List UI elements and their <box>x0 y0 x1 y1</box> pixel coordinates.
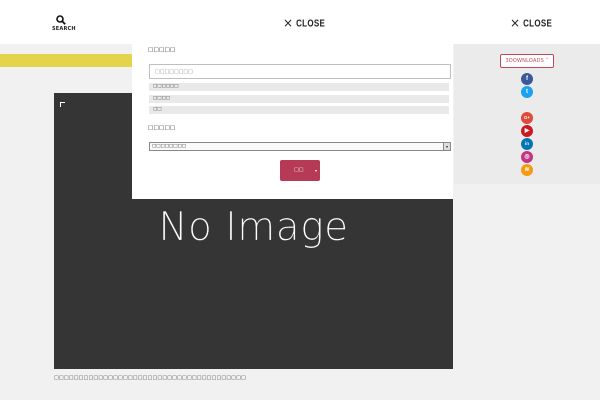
keyword-heading: □□□□□ <box>148 47 176 53</box>
search-button[interactable]: SEARCH <box>52 15 76 32</box>
search-panel: □□□□□ □□□□□□ □□□□ □□ □□□□□ □□□□□□□□ ▾ □□… <box>132 44 453 199</box>
share-panel: 3DOWNLOADS ˅ f t G+ ▶ in ◎ ≋ <box>454 44 600 184</box>
google-plus-icon[interactable]: G+ <box>521 112 533 124</box>
close-label: CLOSE <box>523 17 553 29</box>
search-option[interactable]: □□□□ <box>149 95 449 103</box>
top-bar: SEARCH × CLOSE × CLOSE <box>0 0 600 44</box>
category-select[interactable]: □□□□□□□□ ▾ <box>149 142 451 151</box>
search-input[interactable] <box>149 64 451 79</box>
twitter-icon[interactable]: t <box>521 86 533 98</box>
search-option[interactable]: □□ <box>149 106 449 114</box>
downloads-button[interactable]: 3DOWNLOADS ˅ <box>500 54 554 68</box>
youtube-icon[interactable]: ▶ <box>521 125 533 137</box>
close-icon: × <box>510 16 521 30</box>
search-option[interactable]: □□□□□□ <box>149 83 449 91</box>
accent-strip <box>0 54 132 67</box>
chevron-down-icon: ▾ <box>443 143 450 150</box>
category-heading: □□□□□ <box>148 125 176 131</box>
close-share-button[interactable]: × CLOSE <box>510 16 552 30</box>
close-search-button[interactable]: × CLOSE <box>283 16 325 30</box>
corner-mark <box>60 102 65 107</box>
close-label: CLOSE <box>296 17 326 29</box>
no-image-text: No Image <box>158 205 349 250</box>
instagram-icon[interactable]: ◎ <box>521 151 533 163</box>
close-icon: × <box>283 16 294 30</box>
linkedin-icon[interactable]: in <box>521 138 533 150</box>
caret-icon: ▾ <box>314 168 317 173</box>
rss-icon[interactable]: ≋ <box>521 164 533 176</box>
search-submit-button[interactable]: □□ ▾ <box>280 160 320 181</box>
post-caption[interactable]: □□□□□□□□□□□□□□□□□□□□□□□□□□□□□□□□□□□□□□□ <box>54 375 246 381</box>
facebook-icon[interactable]: f <box>521 73 533 85</box>
category-select-value: □□□□□□□□ <box>152 144 187 149</box>
search-icon <box>56 15 66 25</box>
submit-label: □□ <box>294 167 304 173</box>
search-label: SEARCH <box>52 26 76 32</box>
